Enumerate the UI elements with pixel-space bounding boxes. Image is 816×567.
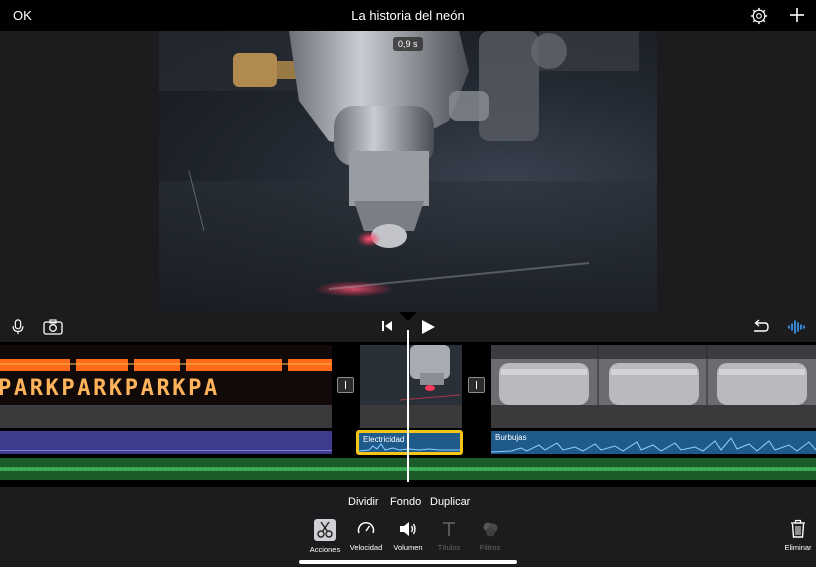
waveform-icon[interactable] [787, 319, 807, 335]
audio-clip-electricidad[interactable]: Electricidad [356, 430, 463, 455]
park-sign-text: PARKPARKPARKPA [0, 376, 220, 401]
time-badge: 0,9 s [393, 37, 423, 51]
laser-machine-image [159, 31, 657, 312]
video-viewer: 0,9 s [0, 31, 816, 312]
top-bar: OK La historia del neón [0, 0, 816, 31]
plus-icon[interactable] [789, 7, 805, 23]
title-track [491, 405, 816, 428]
playhead[interactable] [407, 330, 409, 482]
play-icon[interactable] [421, 319, 436, 335]
transition-button[interactable] [337, 377, 354, 393]
machine-clip[interactable] [491, 345, 816, 405]
skip-to-start-icon[interactable] [381, 320, 393, 332]
laser-thumbnail [360, 345, 462, 405]
audio-clip-burbujas[interactable]: Burbujas [491, 431, 816, 454]
filters-icon [483, 522, 498, 537]
audio-waveform [359, 443, 460, 452]
delete-label: Eliminar [784, 543, 812, 552]
trash-icon [791, 519, 805, 538]
title-track [0, 405, 332, 428]
gear-icon[interactable] [750, 7, 768, 25]
home-indicator[interactable] [299, 560, 517, 564]
speaker-icon [400, 522, 416, 536]
text-icon [443, 522, 455, 536]
speedometer-icon [357, 522, 375, 534]
scissors-icon [314, 519, 336, 541]
tool-filters[interactable]: Filtros [465, 519, 515, 552]
audio-waveform [491, 437, 816, 453]
delete-button[interactable]: Eliminar [773, 519, 816, 552]
laser-clip[interactable] [360, 345, 462, 405]
camera-icon[interactable] [43, 319, 63, 335]
duplicate-button[interactable]: Duplicar [430, 496, 470, 508]
title-track [360, 405, 462, 428]
clip-actions-row: Dividir Fondo Duplicar [0, 487, 816, 515]
project-title: La historia del neón [351, 8, 465, 23]
tool-label: Filtros [479, 543, 501, 552]
microphone-icon[interactable] [9, 319, 27, 335]
narration-audio-clip[interactable] [0, 431, 332, 454]
video-frame[interactable] [159, 31, 657, 312]
playhead-cap [399, 312, 417, 321]
park-sign-clip[interactable]: PARKPARKPARKPA [0, 345, 332, 405]
split-button[interactable]: Dividir [348, 496, 379, 508]
undo-icon[interactable] [751, 319, 769, 335]
background-button[interactable]: Fondo [390, 496, 421, 508]
machine-thumbnail [491, 345, 816, 405]
transition-button[interactable] [468, 377, 485, 393]
